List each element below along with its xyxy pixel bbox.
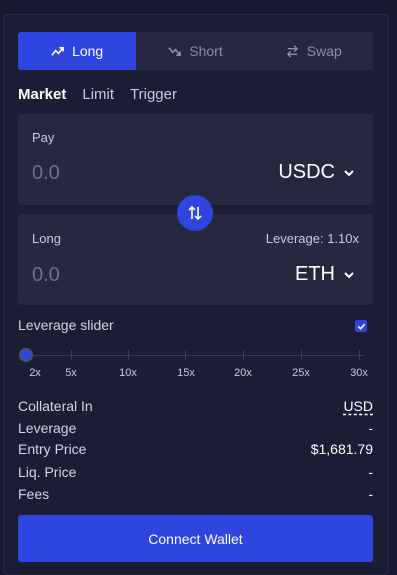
info-row-leverage: Leverage - xyxy=(18,420,373,436)
slider-mark[interactable]: 10x xyxy=(119,367,137,379)
chevron-down-icon xyxy=(344,271,354,278)
slider-tick xyxy=(359,350,360,360)
info-row-fees: Fees - xyxy=(18,486,373,502)
long-token-label: ETH xyxy=(295,263,335,285)
fees-label: Fees xyxy=(18,486,50,502)
checkmark-icon xyxy=(357,323,365,330)
long-token-select[interactable]: ETH xyxy=(295,263,355,286)
order-type-trigger[interactable]: Trigger xyxy=(130,86,177,103)
slider-mark[interactable]: 25x xyxy=(292,367,310,379)
liq-price-label: Liq. Price xyxy=(18,464,77,480)
fees-value: - xyxy=(368,486,373,502)
info-row-liq-price: Liq. Price - xyxy=(18,464,373,480)
long-label: Long xyxy=(32,231,61,246)
slider-tick xyxy=(71,350,72,360)
tab-long-label: Long xyxy=(72,43,104,59)
slider-mark[interactable]: 20x xyxy=(234,367,252,379)
pay-box: Pay USDC xyxy=(18,114,373,205)
leverage-slider-label: Leverage slider xyxy=(18,317,114,333)
swap-arrows-icon xyxy=(286,44,298,58)
switch-tokens-button[interactable] xyxy=(177,195,213,231)
collateral-label: Collateral In xyxy=(18,398,93,414)
leverage-slider-checkbox[interactable] xyxy=(355,320,367,332)
leverage-slider-thumb[interactable] xyxy=(19,348,33,362)
pay-amount-input[interactable] xyxy=(32,162,192,185)
entry-price-value: $1,681.79 xyxy=(310,441,373,457)
order-type-market[interactable]: Market xyxy=(18,86,66,103)
tab-swap-label: Swap xyxy=(306,43,342,59)
leverage-label: Leverage xyxy=(18,420,77,436)
slider-tick xyxy=(128,350,129,360)
trend-up-icon xyxy=(51,46,64,56)
liq-price-value: - xyxy=(368,464,373,480)
leverage-info: Leverage: 1.10x xyxy=(265,231,359,246)
slider-tick xyxy=(185,350,186,360)
slider-mark[interactable]: 15x xyxy=(177,367,195,379)
slider-mark[interactable]: 2x xyxy=(29,367,41,379)
tab-swap[interactable]: Swap xyxy=(255,32,373,70)
entry-price-label: Entry Price xyxy=(18,441,87,457)
slider-mark[interactable]: 5x xyxy=(65,367,77,379)
pay-label: Pay xyxy=(32,130,55,145)
tab-short-label: Short xyxy=(189,43,223,59)
leverage-value: - xyxy=(368,420,373,436)
info-row-entry-price: Entry Price $1,681.79 xyxy=(18,441,373,457)
swap-vertical-icon xyxy=(188,205,202,221)
tab-short[interactable]: Short xyxy=(136,32,254,70)
order-type-limit[interactable]: Limit xyxy=(82,86,114,103)
info-row-collateral: Collateral In USD xyxy=(18,398,373,414)
trend-down-icon xyxy=(168,46,182,56)
chevron-down-icon xyxy=(344,169,354,176)
pay-token-label: USDC xyxy=(278,161,335,183)
collateral-token-select[interactable]: USD xyxy=(343,398,373,414)
slider-mark[interactable]: 30x xyxy=(350,367,368,379)
order-type-selector: Market Limit Trigger xyxy=(18,86,177,103)
trade-mode-tabs: Long Short Swap xyxy=(18,32,373,70)
slider-tick xyxy=(301,350,302,360)
long-amount-input[interactable] xyxy=(32,264,192,287)
connect-wallet-button[interactable]: Connect Wallet xyxy=(18,515,373,562)
slider-tick xyxy=(243,350,244,360)
pay-token-select[interactable]: USDC xyxy=(278,161,355,184)
leverage-slider-track[interactable] xyxy=(26,355,364,356)
tab-long[interactable]: Long xyxy=(18,32,137,70)
